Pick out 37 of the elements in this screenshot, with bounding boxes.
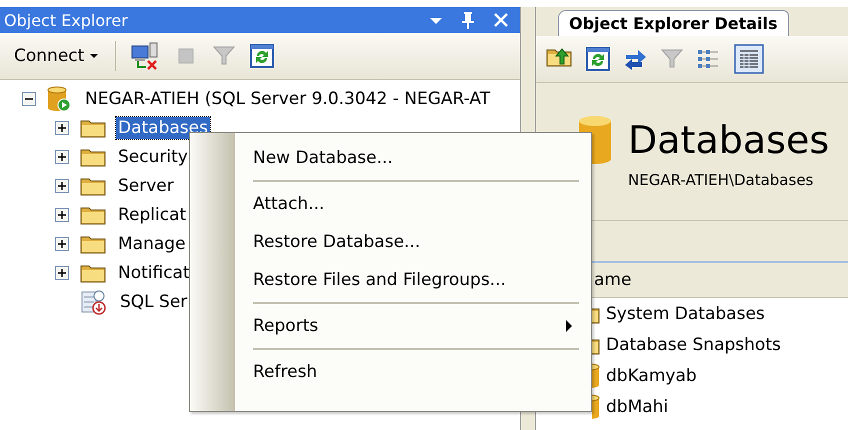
- collapse-icon[interactable]: [22, 92, 36, 106]
- expand-icon[interactable]: [55, 178, 69, 192]
- list-item[interactable]: dbMahi: [606, 396, 668, 416]
- list-item[interactable]: System Databases: [606, 304, 765, 324]
- expand-icon[interactable]: [55, 120, 69, 134]
- expand-icon[interactable]: [55, 236, 69, 250]
- pane-title: Object Explorer: [4, 10, 128, 30]
- menu-item[interactable]: Attach...: [253, 185, 579, 223]
- caret-icon: [89, 52, 100, 60]
- list-item[interactable]: Database Snapshots: [606, 334, 781, 354]
- tree-item[interactable]: Server: [116, 174, 176, 196]
- tree-item[interactable]: Replicat: [116, 204, 188, 226]
- path-label: NEGAR-ATIEH\Databases: [627, 170, 814, 188]
- menu-item[interactable]: Refresh: [253, 353, 579, 391]
- tree-item[interactable]: SQL Ser: [118, 290, 190, 312]
- connect-button[interactable]: Connect: [12, 44, 102, 68]
- tab[interactable]: Object Explorer Details: [558, 10, 789, 36]
- expand-icon[interactable]: [55, 150, 69, 164]
- pin-icon[interactable]: [460, 11, 476, 29]
- expand-icon[interactable]: [55, 266, 69, 280]
- tree-item[interactable]: Databases: [116, 116, 210, 138]
- close-icon[interactable]: [492, 11, 510, 29]
- agent-icon: [80, 288, 108, 314]
- menu-item[interactable]: Restore Database...: [253, 223, 579, 261]
- tree-item[interactable]: Notificat: [116, 262, 192, 284]
- disconnect-icon[interactable]: [130, 41, 160, 71]
- details-icon[interactable]: [734, 44, 764, 74]
- tree-item[interactable]: NEGAR-ATIEH (SQL Server 9.0.3042 - NEGAR-AT: [83, 88, 492, 110]
- heading: Databases: [628, 118, 830, 162]
- tree-item[interactable]: Security: [116, 146, 190, 168]
- list-item[interactable]: dbKamyab: [606, 366, 697, 386]
- menu-item[interactable]: New Database...: [253, 139, 579, 177]
- refresh-icon[interactable]: [586, 47, 610, 71]
- expand-icon[interactable]: [55, 208, 69, 222]
- menu-item[interactable]: Reports: [253, 307, 579, 345]
- refresh-icon[interactable]: [250, 44, 274, 68]
- tree-item[interactable]: Manage: [116, 232, 188, 254]
